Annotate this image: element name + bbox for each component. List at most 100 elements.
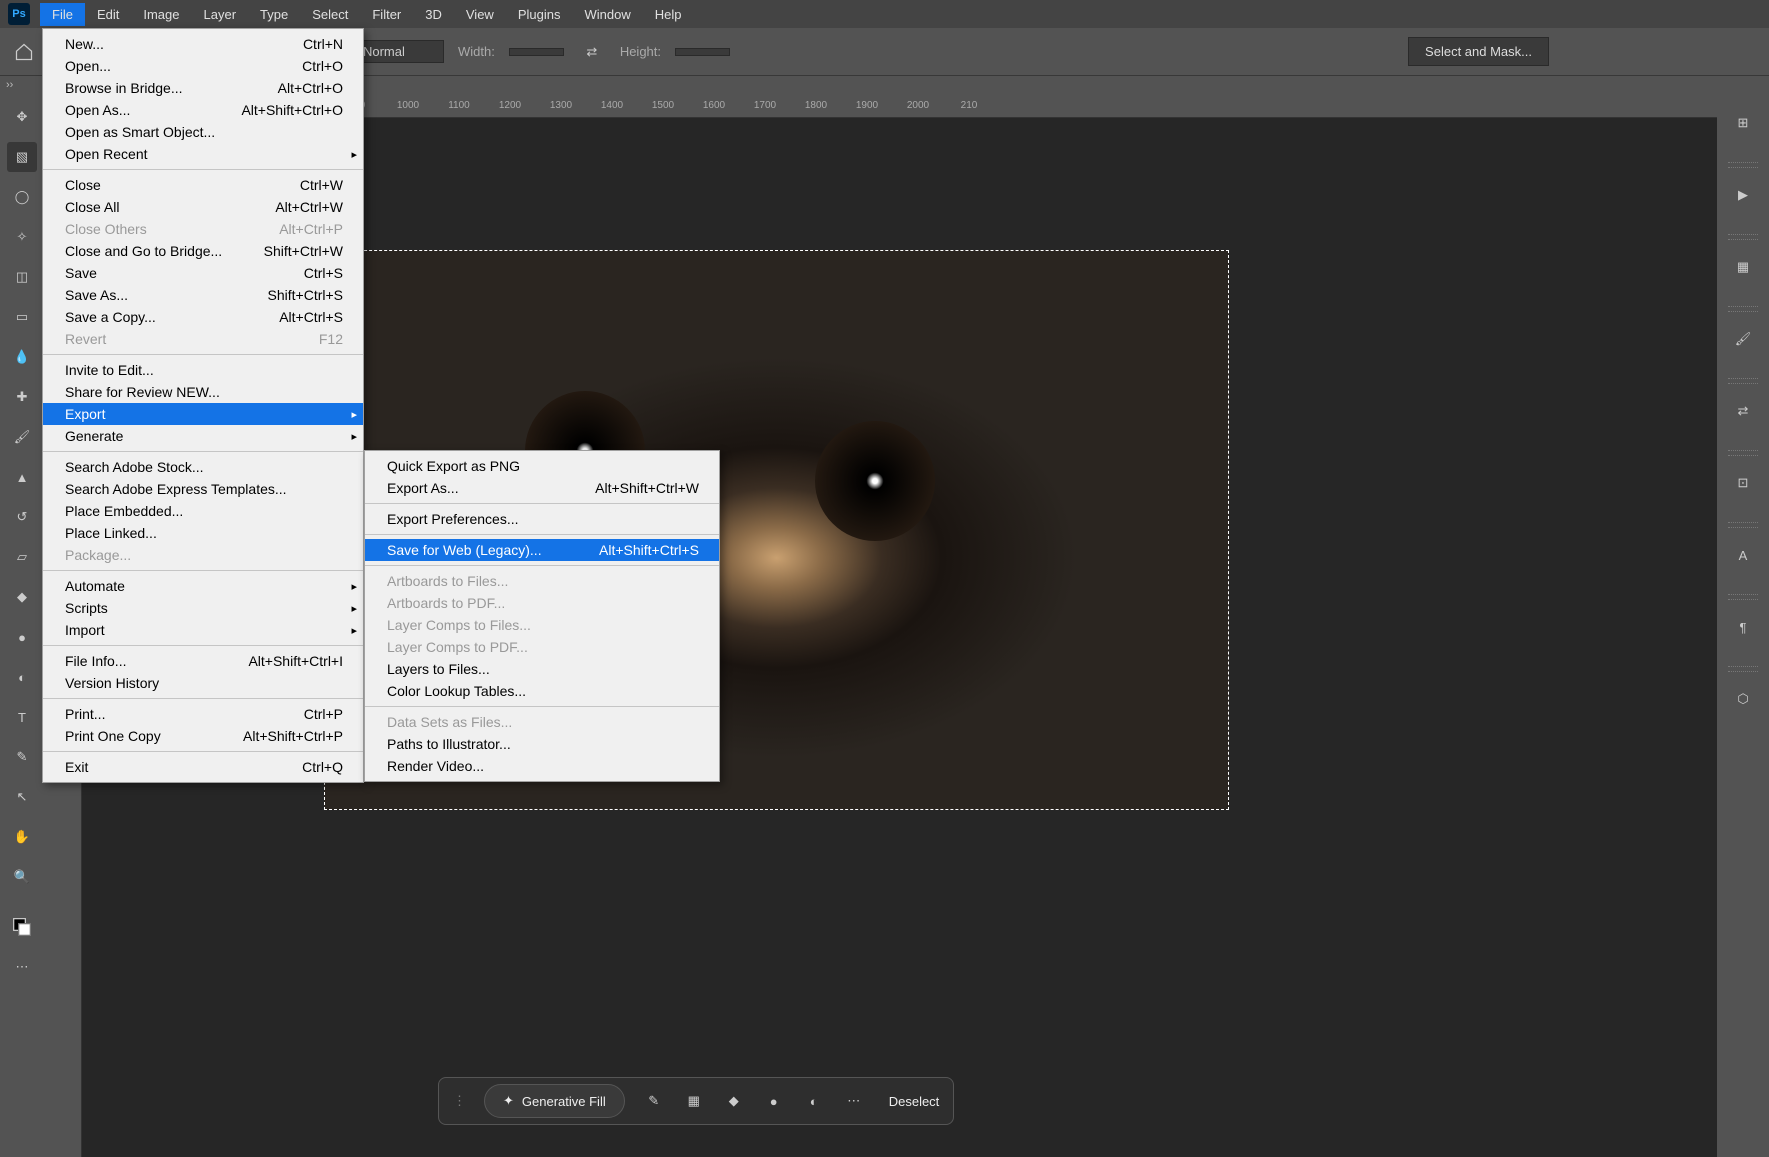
file-menu-item-save-a-copy[interactable]: Save a Copy...Alt+Ctrl+S	[43, 306, 363, 328]
export-menu-item-export-preferences[interactable]: Export Preferences...	[365, 508, 719, 530]
panel-brushset-icon[interactable]: 🖌	[1728, 324, 1758, 354]
tool-blur[interactable]: ●	[7, 622, 37, 652]
tool-heal[interactable]: ✚	[7, 382, 37, 412]
export-menu-item-layers-to-files[interactable]: Layers to Files...	[365, 658, 719, 680]
export-menu-item-render-video[interactable]: Render Video...	[365, 755, 719, 777]
file-menu-item-close-and-go-to-bridge[interactable]: Close and Go to Bridge...Shift+Ctrl+W	[43, 240, 363, 262]
file-menu-item-import[interactable]: Import	[43, 619, 363, 641]
mask-icon[interactable]: ◐	[803, 1094, 825, 1109]
drag-handle-icon[interactable]: ⋮	[453, 1093, 466, 1109]
ruler-tick: 1000	[397, 100, 419, 111]
home-icon[interactable]	[10, 38, 38, 66]
file-menu-item-version-history[interactable]: Version History	[43, 672, 363, 694]
tool-move[interactable]: ✥	[7, 102, 37, 132]
file-menu-item-export[interactable]: Export	[43, 403, 363, 425]
select-and-mask-button[interactable]: Select and Mask...	[1408, 37, 1549, 66]
tool-brush[interactable]: 🖌	[7, 422, 37, 452]
panel-play-icon[interactable]: ▶	[1728, 180, 1758, 210]
export-menu-item-quick-export-as-png[interactable]: Quick Export as PNG	[365, 455, 719, 477]
panel-text-icon[interactable]: A	[1728, 540, 1758, 570]
width-input[interactable]	[509, 48, 564, 56]
panel-swap-icon[interactable]: ⇄	[1728, 396, 1758, 426]
file-menu-item-open-recent[interactable]: Open Recent	[43, 143, 363, 165]
more-icon[interactable]: ⋯	[843, 1093, 865, 1109]
tool-eyedrop[interactable]: 💧	[7, 342, 37, 372]
ruler-tick: 1800	[805, 100, 827, 111]
file-menu-item-search-adobe-stock[interactable]: Search Adobe Stock...	[43, 456, 363, 478]
transform-icon[interactable]: ▦	[683, 1093, 705, 1109]
tool-type[interactable]: T	[7, 702, 37, 732]
swap-wh-icon[interactable]: ⇄	[578, 38, 606, 66]
menu-image[interactable]: Image	[131, 3, 191, 26]
file-menu-item-print-one-copy[interactable]: Print One CopyAlt+Shift+Ctrl+P	[43, 725, 363, 747]
file-menu-item-place-embedded[interactable]: Place Embedded...	[43, 500, 363, 522]
height-input[interactable]	[675, 48, 730, 56]
file-menu-item-close[interactable]: CloseCtrl+W	[43, 174, 363, 196]
panel-char-icon[interactable]: ⊡	[1728, 468, 1758, 498]
panel-para-icon[interactable]: ¶	[1728, 612, 1758, 642]
file-menu-item-generate[interactable]: Generate	[43, 425, 363, 447]
menu-type[interactable]: Type	[248, 3, 300, 26]
file-menu-item-open[interactable]: Open...Ctrl+O	[43, 55, 363, 77]
tool-lasso[interactable]: ◯	[7, 182, 37, 212]
menu-help[interactable]: Help	[643, 3, 694, 26]
file-menu-item-open-as[interactable]: Open As...Alt+Shift+Ctrl+O	[43, 99, 363, 121]
fill-icon[interactable]: ◆	[723, 1093, 745, 1109]
tool-path[interactable]: ↖	[7, 782, 37, 812]
tool-dodge[interactable]: ◐	[7, 662, 37, 692]
panel-lib-icon[interactable]: ▦	[1728, 252, 1758, 282]
file-menu-item-automate[interactable]: Automate	[43, 575, 363, 597]
export-menu-item-save-for-web-legacy[interactable]: Save for Web (Legacy)...Alt+Shift+Ctrl+S	[365, 539, 719, 561]
file-menu-item-scripts[interactable]: Scripts	[43, 597, 363, 619]
panel-cube-icon[interactable]: ⬡	[1728, 684, 1758, 714]
tool-history[interactable]: ↺	[7, 502, 37, 532]
menu-view[interactable]: View	[454, 3, 506, 26]
tool-crop[interactable]: ◫	[7, 262, 37, 292]
file-menu-item-browse-in-bridge[interactable]: Browse in Bridge...Alt+Ctrl+O	[43, 77, 363, 99]
tool-artboard[interactable]: ▧	[7, 142, 37, 172]
menu-edit[interactable]: Edit	[85, 3, 131, 26]
tool-zoom[interactable]: 🔍	[7, 862, 37, 892]
deselect-button[interactable]: Deselect	[883, 1094, 940, 1109]
file-menu-item-place-linked[interactable]: Place Linked...	[43, 522, 363, 544]
tool-stamp[interactable]: ▲	[7, 462, 37, 492]
menu-file[interactable]: File	[40, 3, 85, 26]
menu-window[interactable]: Window	[572, 3, 642, 26]
tool-eraser[interactable]: ▱	[7, 542, 37, 572]
menu-select[interactable]: Select	[300, 3, 360, 26]
file-menu-item-save-as[interactable]: Save As...Shift+Ctrl+S	[43, 284, 363, 306]
export-menu-item-paths-to-illustrator[interactable]: Paths to Illustrator...	[365, 733, 719, 755]
export-menu-item-layer-comps-to-files: Layer Comps to Files...	[365, 614, 719, 636]
tool-pen[interactable]: ✎	[7, 742, 37, 772]
file-menu-item-invite-to-edit[interactable]: Invite to Edit...	[43, 359, 363, 381]
file-menu-item-close-all[interactable]: Close AllAlt+Ctrl+W	[43, 196, 363, 218]
adjustment-icon[interactable]: ●	[763, 1094, 785, 1109]
file-menu-item-print[interactable]: Print...Ctrl+P	[43, 703, 363, 725]
expand-chevrons-icon[interactable]: ››	[0, 79, 13, 91]
tool-hand[interactable]: ✋	[7, 822, 37, 852]
file-menu-item-search-adobe-express-templates[interactable]: Search Adobe Express Templates...	[43, 478, 363, 500]
tool-frame[interactable]: ▭	[7, 302, 37, 332]
color-swatch[interactable]	[7, 912, 37, 942]
file-menu-item-new[interactable]: New...Ctrl+N	[43, 33, 363, 55]
file-menu-item-file-info[interactable]: File Info...Alt+Shift+Ctrl+I	[43, 650, 363, 672]
menu-plugins[interactable]: Plugins	[506, 3, 573, 26]
export-menu-item-artboards-to-files: Artboards to Files...	[365, 570, 719, 592]
generative-fill-button[interactable]: ✦ Generative Fill	[484, 1084, 625, 1118]
export-menu-item-export-as[interactable]: Export As...Alt+Shift+Ctrl+W	[365, 477, 719, 499]
file-menu-item-save[interactable]: SaveCtrl+S	[43, 262, 363, 284]
menu-3d[interactable]: 3D	[413, 3, 454, 26]
export-menu-item-color-lookup-tables[interactable]: Color Lookup Tables...	[365, 680, 719, 702]
edit-toolbar-icon[interactable]: ⋯	[7, 952, 37, 982]
file-menu-item-exit[interactable]: ExitCtrl+Q	[43, 756, 363, 778]
file-menu-item-open-as-smart-object[interactable]: Open as Smart Object...	[43, 121, 363, 143]
style-select[interactable]: Normal	[354, 40, 444, 63]
export-submenu: Quick Export as PNGExport As...Alt+Shift…	[364, 450, 720, 782]
brush-edit-icon[interactable]: ✎	[643, 1093, 665, 1109]
panel-guides-icon[interactable]: ⊞	[1728, 108, 1758, 138]
menu-layer[interactable]: Layer	[192, 3, 249, 26]
menu-filter[interactable]: Filter	[360, 3, 413, 26]
tool-wand[interactable]: ✧	[7, 222, 37, 252]
file-menu-item-share-for-review-new[interactable]: Share for Review NEW...	[43, 381, 363, 403]
tool-bucket[interactable]: ◆	[7, 582, 37, 612]
